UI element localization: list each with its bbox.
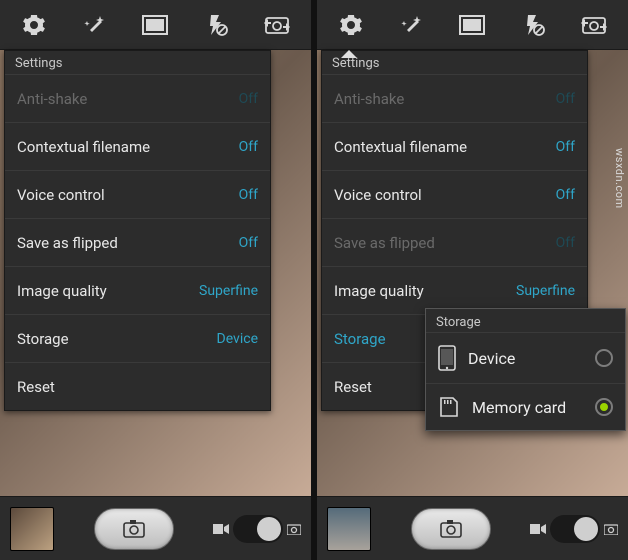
radio-checked-icon	[595, 398, 613, 416]
rectangle-icon[interactable]	[457, 10, 487, 40]
storage-option-device[interactable]: Device	[426, 332, 625, 383]
camera-toolbar	[317, 0, 628, 50]
magic-wand-icon[interactable]	[80, 10, 110, 40]
setting-contextual-filename[interactable]: Contextual filename Off	[322, 122, 587, 170]
flash-off-icon[interactable]	[201, 10, 231, 40]
storage-option-memory-card[interactable]: Memory card	[426, 383, 625, 430]
setting-value: Device	[217, 331, 258, 347]
gallery-thumbnail[interactable]	[10, 507, 54, 551]
shutter-button[interactable]	[94, 508, 174, 550]
gallery-thumbnail[interactable]	[327, 507, 371, 551]
camera-small-icon	[604, 523, 618, 535]
phone-right: Settings Anti-shake Off Contextual filen…	[317, 0, 628, 560]
mode-toggle[interactable]	[550, 515, 600, 543]
setting-value: Off	[239, 139, 258, 155]
setting-label: Reset	[17, 378, 55, 396]
setting-value: Superfine	[516, 283, 575, 299]
storage-dialog: Storage Device Memory card	[425, 308, 626, 431]
phone-icon	[438, 345, 456, 371]
setting-value: Off	[239, 235, 258, 251]
flash-off-icon[interactable]	[518, 10, 548, 40]
rectangle-icon[interactable]	[140, 10, 170, 40]
setting-label: Voice control	[334, 186, 422, 204]
camera-icon	[123, 520, 145, 538]
setting-label: Voice control	[17, 186, 105, 204]
mode-knob	[257, 517, 281, 541]
setting-value: Off	[556, 91, 575, 107]
setting-value: Superfine	[199, 283, 258, 299]
setting-label: Image quality	[334, 282, 424, 300]
camera-small-icon	[287, 523, 301, 535]
setting-image-quality[interactable]: Image quality Superfine	[5, 266, 270, 314]
setting-save-flipped[interactable]: Save as flipped Off	[5, 218, 270, 266]
setting-storage[interactable]: Storage Device	[5, 314, 270, 362]
storage-dialog-header: Storage	[426, 309, 625, 332]
setting-label: Reset	[334, 378, 372, 396]
setting-label: Anti-shake	[17, 90, 87, 108]
setting-voice-control[interactable]: Voice control Off	[322, 170, 587, 218]
panel-pointer-icon	[341, 50, 357, 58]
setting-voice-control[interactable]: Voice control Off	[5, 170, 270, 218]
setting-label: Anti-shake	[334, 90, 404, 108]
phone-left: Settings Anti-shake Off Contextual filen…	[0, 0, 311, 560]
mode-switch	[213, 515, 301, 543]
video-icon	[213, 523, 229, 535]
shutter-group	[94, 508, 174, 550]
switch-camera-icon[interactable]	[579, 10, 609, 40]
setting-value: Off	[556, 235, 575, 251]
setting-label: Image quality	[17, 282, 107, 300]
setting-label: Save as flipped	[17, 234, 118, 252]
setting-image-quality[interactable]: Image quality Superfine	[322, 266, 587, 314]
shutter-button[interactable]	[411, 508, 491, 550]
setting-label: Contextual filename	[17, 138, 150, 156]
switch-camera-icon[interactable]	[262, 10, 292, 40]
radio-unchecked-icon	[595, 349, 613, 367]
settings-header: Settings	[322, 51, 587, 74]
watermark: wsxdn.com	[613, 148, 626, 209]
sdcard-icon	[438, 396, 460, 418]
setting-label: Save as flipped	[334, 234, 435, 252]
setting-contextual-filename[interactable]: Contextual filename Off	[5, 122, 270, 170]
camera-bottom-bar	[0, 496, 311, 560]
option-label: Device	[468, 349, 515, 368]
option-label: Memory card	[472, 398, 566, 417]
camera-viewfinder: Settings Anti-shake Off Contextual filen…	[0, 50, 311, 496]
gear-icon[interactable]	[336, 10, 366, 40]
setting-reset[interactable]: Reset	[5, 362, 270, 410]
video-icon	[530, 523, 546, 535]
camera-viewfinder: Settings Anti-shake Off Contextual filen…	[317, 50, 628, 496]
magic-wand-icon[interactable]	[397, 10, 427, 40]
settings-header: Settings	[5, 51, 270, 74]
shutter-group	[411, 508, 491, 550]
settings-panel: Settings Anti-shake Off Contextual filen…	[4, 50, 271, 411]
camera-bottom-bar	[317, 496, 628, 560]
mode-knob	[574, 517, 598, 541]
setting-anti-shake[interactable]: Anti-shake Off	[322, 74, 587, 122]
setting-label: Storage	[17, 330, 69, 348]
setting-value: Off	[239, 187, 258, 203]
mode-toggle[interactable]	[233, 515, 283, 543]
camera-icon	[440, 520, 462, 538]
mode-switch	[530, 515, 618, 543]
gear-icon[interactable]	[19, 10, 49, 40]
setting-label: Contextual filename	[334, 138, 467, 156]
setting-anti-shake[interactable]: Anti-shake Off	[5, 74, 270, 122]
setting-value: Off	[239, 91, 258, 107]
camera-toolbar	[0, 0, 311, 50]
setting-value: Off	[556, 139, 575, 155]
setting-save-flipped[interactable]: Save as flipped Off	[322, 218, 587, 266]
setting-label: Storage	[334, 330, 386, 348]
setting-value: Off	[556, 187, 575, 203]
